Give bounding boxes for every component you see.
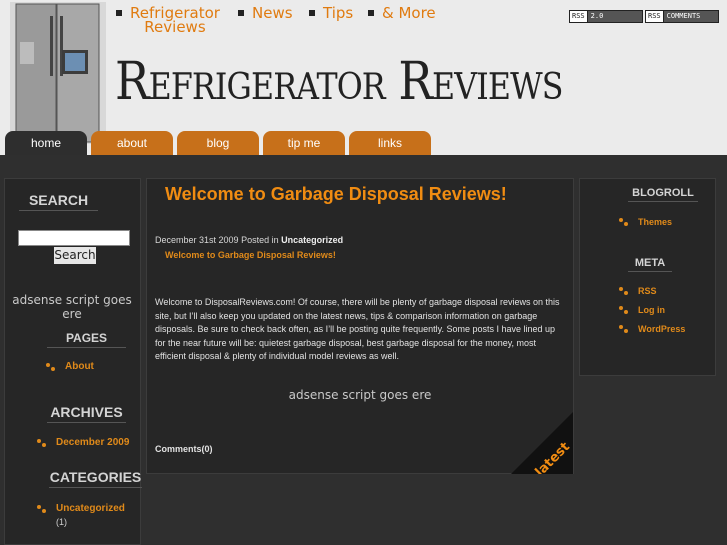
meta-link-wordpress[interactable]: WordPress: [618, 324, 685, 334]
posted-in-label: Posted in: [241, 235, 279, 245]
meta-link-rss[interactable]: RSS: [618, 286, 657, 296]
tab-links[interactable]: links: [349, 131, 431, 155]
right-sidebar: [579, 178, 716, 376]
archives-heading: ARCHIVES: [47, 404, 126, 423]
category-count: (1): [56, 517, 67, 527]
post-title[interactable]: Welcome to Garbage Disposal Reviews!: [165, 184, 507, 205]
meta-heading: META: [628, 257, 672, 272]
header-band: [0, 155, 727, 179]
bullet-icon: [619, 218, 628, 226]
bullet-icon: [619, 287, 628, 295]
post-meta: December 31st 2009 Posted in Uncategoriz…: [155, 235, 343, 245]
rss-comments-badge[interactable]: RSS COMMENTS: [645, 10, 719, 23]
square-bullet-icon: [238, 10, 244, 16]
blogroll-link-themes[interactable]: Themes: [618, 217, 672, 227]
bullet-icon: [37, 438, 46, 447]
post-date: December 31st 2009: [155, 235, 239, 245]
tab-about[interactable]: about: [91, 131, 173, 155]
rss-feed-badge[interactable]: RSS 2.0: [569, 10, 643, 23]
bullet-icon: [37, 504, 46, 513]
page-link-about[interactable]: About: [45, 361, 94, 372]
site-header: Refrigerator Reviews News Tips & More RS…: [0, 0, 727, 156]
search-input[interactable]: [18, 230, 130, 246]
topnav-more[interactable]: & More: [368, 6, 436, 21]
blogroll-heading: BLOGROLL: [628, 187, 698, 202]
bullet-icon: [619, 306, 628, 314]
categories-heading: CATEGORIES: [49, 469, 142, 488]
topnav-news[interactable]: News: [238, 6, 293, 21]
latest-corner-badge: latest: [511, 412, 573, 474]
post-comments-link[interactable]: Comments(0): [155, 444, 213, 454]
post-subtitle-link[interactable]: Welcome to Garbage Disposal Reviews!: [165, 250, 336, 260]
bullet-icon: [46, 362, 55, 371]
tab-home[interactable]: home: [5, 131, 87, 155]
archive-link-december-2009[interactable]: December 2009: [36, 437, 129, 448]
square-bullet-icon: [368, 10, 374, 16]
post-category-link[interactable]: Uncategorized: [281, 235, 343, 245]
meta-link-log-in[interactable]: Log in: [618, 305, 665, 315]
site-title[interactable]: Refrigerator Reviews: [115, 52, 564, 112]
pages-heading: PAGES: [47, 331, 126, 348]
left-adsense-text: adsense script goes ere: [12, 293, 132, 321]
bullet-icon: [619, 325, 628, 333]
square-bullet-icon: [116, 10, 122, 16]
post-body: Welcome to DisposalReviews.com! Of cours…: [155, 297, 560, 362]
topnav-tips[interactable]: Tips: [309, 6, 353, 21]
search-heading: SEARCH: [19, 192, 98, 211]
tab-tip-me[interactable]: tip me: [263, 131, 345, 155]
square-bullet-icon: [309, 10, 315, 16]
category-link-uncategorized[interactable]: Uncategorized: [36, 503, 125, 514]
post-adsense-text: adsense script goes ere: [288, 388, 432, 402]
tab-blog[interactable]: blog: [177, 131, 259, 155]
topnav-refrigerator-reviews[interactable]: Refrigerator Reviews: [116, 6, 220, 35]
search-button[interactable]: Search: [54, 247, 96, 264]
refrigerator-image: [10, 2, 106, 144]
